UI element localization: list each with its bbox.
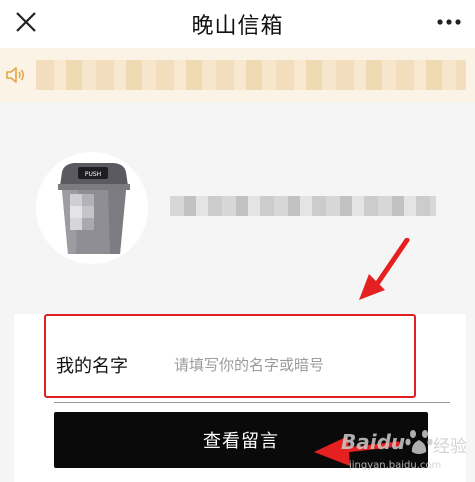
- name-input[interactable]: [174, 356, 434, 374]
- baidu-watermark: Baidu 经验 jingyan.baidu.com: [339, 428, 469, 478]
- more-dots-icon: [437, 19, 461, 25]
- watermark-url: jingyan.baidu.com: [349, 460, 442, 471]
- watermark-brand-cn: 经验: [433, 437, 467, 457]
- close-icon: [16, 12, 36, 32]
- notice-bar: [0, 48, 475, 102]
- name-field-row: 我的名字: [54, 328, 450, 403]
- page: 晚山信箱 PUSH 我的名字 请填写你的名字或暗号 查看留言 Baidu 经验 …: [0, 0, 475, 482]
- name-label: 我的名字: [56, 356, 128, 377]
- top-nav-bar: 晚山信箱: [0, 0, 475, 48]
- trash-bin-icon: PUSH: [58, 163, 130, 254]
- watermark-brand: Baidu: [341, 430, 406, 454]
- profile-name-blurred: [170, 196, 436, 216]
- bin-lid-label: PUSH: [85, 171, 101, 178]
- more-options-button[interactable]: [431, 8, 467, 36]
- avatar: PUSH: [36, 152, 148, 264]
- annotation-arrow-down-icon: [359, 238, 410, 300]
- speaker-icon: [4, 63, 28, 87]
- paw-logo-icon: [405, 430, 433, 454]
- close-button[interactable]: [12, 8, 40, 36]
- page-title: 晚山信箱: [191, 14, 284, 39]
- notice-text-blurred: [36, 60, 466, 90]
